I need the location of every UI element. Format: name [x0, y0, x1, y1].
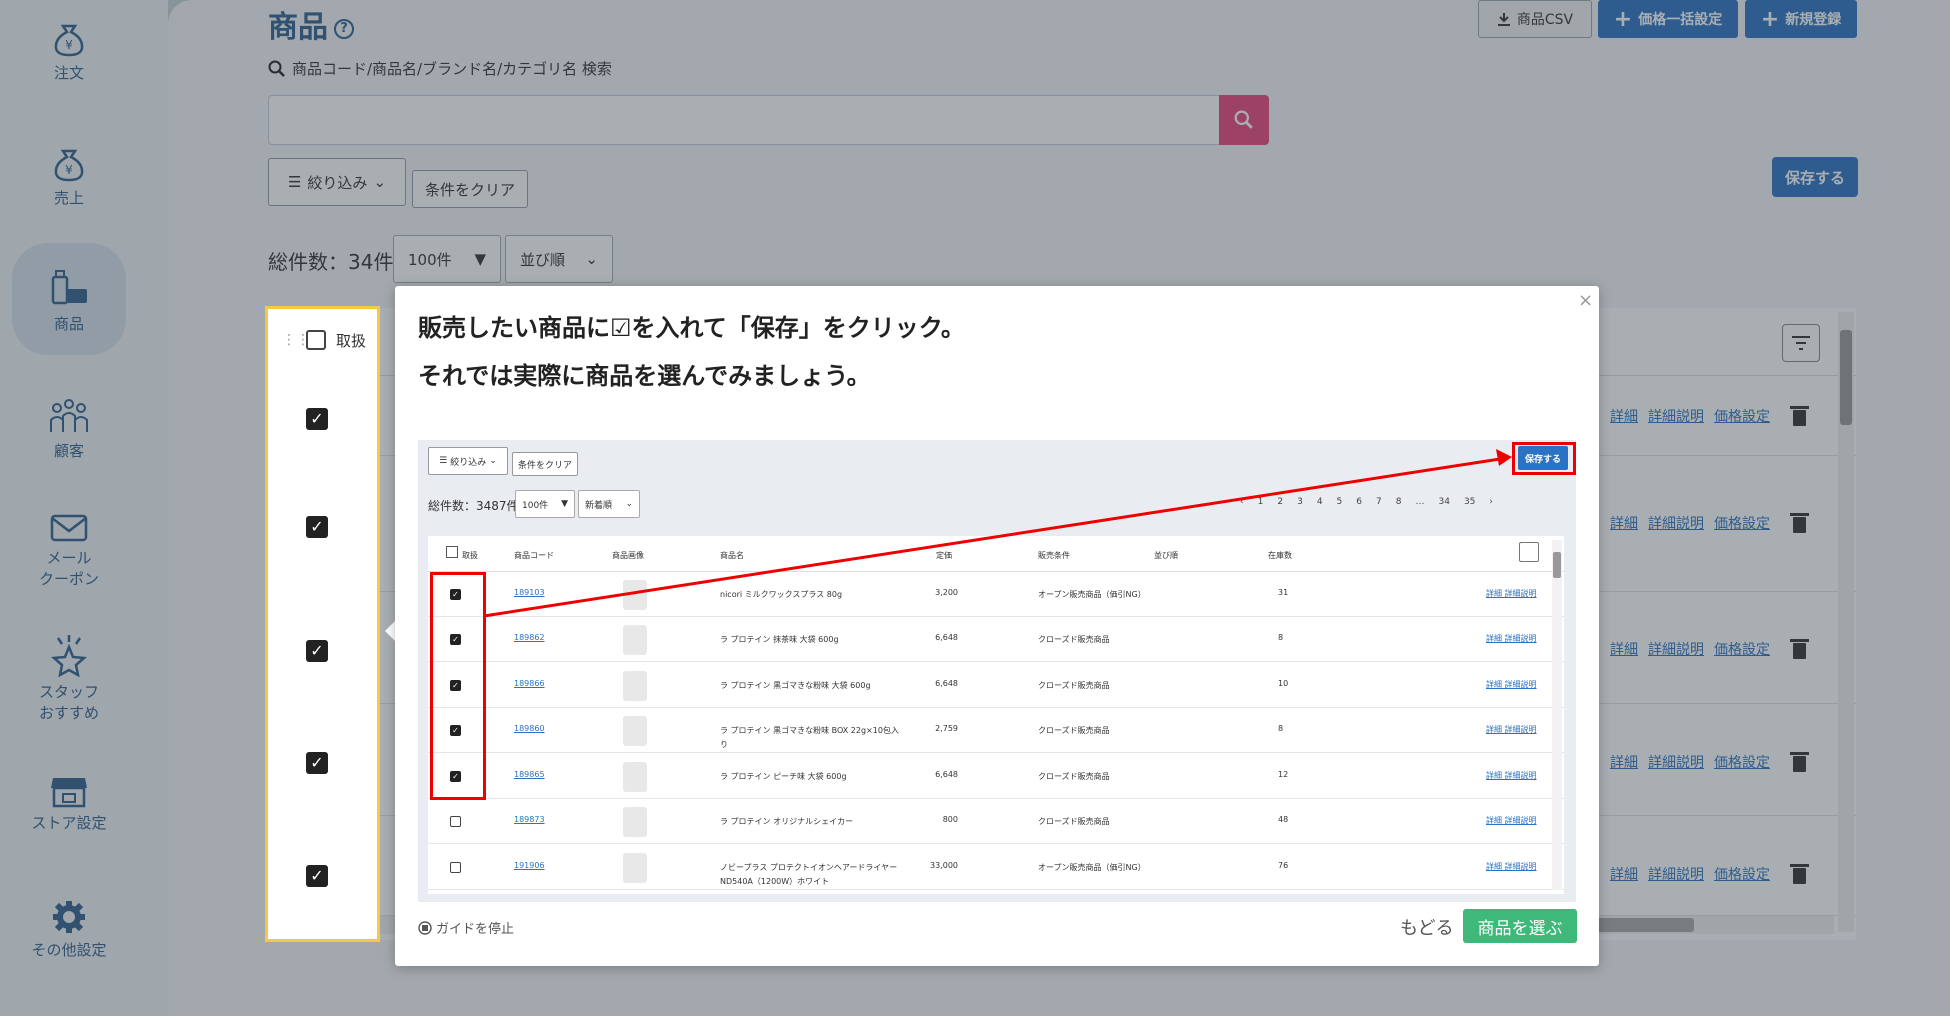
guide-stock: 8: [1278, 724, 1284, 733]
modal-instruction-line2: それでは実際に商品を選んでみましょう。: [418, 362, 871, 390]
close-icon[interactable]: ×: [1578, 290, 1593, 311]
guide-page-link: 4: [1316, 497, 1323, 507]
guide-list-price: 2,759: [935, 724, 958, 733]
guide-page-link: 34: [1438, 497, 1450, 507]
save-highlight-box: [1512, 442, 1576, 475]
row-checkbox[interactable]: ✓: [306, 516, 328, 538]
guide-list-price: 6,648: [935, 679, 958, 688]
guide-product-image: [623, 625, 647, 655]
guide-row-links: 詳細 詳細説明: [1486, 680, 1537, 689]
guide-page-link: ‹: [1240, 497, 1244, 507]
guide-table-row: 189873 ラ プロテイン オリジナルシェイカー 800 クローズド販売商品 48 詳細…: [428, 799, 1564, 844]
guide-product-image: [623, 580, 647, 610]
guide-pagination: ‹ 1 2 3 4 5 6 7 8… 34 35 ›: [1240, 497, 1493, 507]
row-checkbox[interactable]: ✓: [306, 640, 328, 662]
modal-instruction-line1: 販売したい商品に☑を入れて「保存」をクリック。: [418, 314, 965, 342]
guide-row-links: 詳細 詳細説明: [1486, 862, 1537, 871]
guide-sales-condition: クローズド販売商品: [1038, 635, 1110, 644]
guide-stock: 31: [1278, 588, 1289, 597]
guide-table-row: 191906 ノビープラス プロテクトイオンヘアードライヤーND540A（1200…: [428, 845, 1564, 890]
filter-icon: ☰: [439, 456, 448, 466]
guide-page-link: 2: [1277, 497, 1284, 507]
guide-table-row: ✓ 189865 ラ プロテイン ピーチ味 大袋 600g 6,648 クローズド販売商…: [428, 754, 1564, 799]
guide-page-link: 7: [1376, 497, 1382, 507]
guide-clear-button: 条件をクリア: [512, 452, 578, 476]
guide-vertical-scrollbar: [1552, 540, 1562, 890]
guide-product-code: 189866: [514, 679, 545, 688]
guide-row-links: 詳細 詳細説明: [1486, 771, 1537, 780]
guide-page-link: ›: [1489, 497, 1493, 507]
guide-column-filter-icon: [1519, 542, 1539, 562]
guide-select-all-checkbox: [446, 546, 458, 558]
guide-page-link: 6: [1356, 497, 1363, 507]
guide-sales-condition: クローズド販売商品: [1038, 817, 1110, 826]
guide-list-price: 6,648: [935, 633, 958, 642]
guide-product-image: [623, 671, 647, 701]
row-checkbox[interactable]: ✓: [306, 865, 328, 887]
guide-filter-button: ☰ 絞り込み ⌄: [428, 447, 508, 475]
guide-table-row: ✓ 189103 nicori ミルクワックスプラス 80g 3,200 オープン販売商…: [428, 572, 1564, 617]
caret-down-icon: ▼: [561, 499, 568, 509]
guide-page-link: 5: [1336, 497, 1343, 507]
guide-sales-condition: クローズド販売商品: [1038, 726, 1110, 735]
row-checkbox[interactable]: ✓: [306, 408, 328, 430]
guide-row-checkbox: [450, 816, 461, 827]
guide-list-price: 3,200: [935, 588, 958, 597]
guide-page-link: 3: [1297, 497, 1303, 507]
guide-table-row: ✓ 189866 ラ プロテイン 黒ゴマきな粉味 大袋 600g 6,648 クローズド…: [428, 663, 1564, 708]
checkbox-highlight-box: [430, 572, 486, 800]
guide-list-price: 33,000: [930, 861, 958, 870]
chevron-down-icon: ⌄: [489, 456, 497, 466]
guide-product-image: [623, 853, 647, 883]
guide-product-image: [623, 716, 647, 746]
chevron-down-icon: ⌄: [625, 499, 633, 509]
guide-per-page: 100件 ▼: [515, 490, 575, 518]
guide-stock: 76: [1278, 861, 1289, 870]
guide-table-row: ✓ 189860 ラ プロテイン 黒ゴマきな粉味 BOX 22g×10包入り 2,75…: [428, 708, 1564, 753]
guide-product-code: 191906: [514, 861, 545, 870]
guide-total-count: 総件数：3487件: [428, 499, 519, 513]
guide-page-link: …: [1415, 497, 1425, 507]
guide-row-links: 詳細 詳細説明: [1486, 634, 1537, 643]
guide-stock: 8: [1278, 633, 1284, 642]
choose-products-button[interactable]: 商品を選ぶ: [1463, 909, 1577, 943]
guide-row-links: 詳細 詳細説明: [1486, 589, 1537, 598]
guide-vertical-scrollbar-thumb: [1553, 552, 1561, 578]
guide-page-link: 8: [1395, 497, 1402, 507]
guide-sales-condition: オープン販売商品（価引NG）: [1038, 590, 1146, 599]
handling-header-label: 取扱: [336, 332, 367, 350]
guide-sales-condition: クローズド販売商品: [1038, 681, 1110, 690]
row-checkbox[interactable]: ✓: [306, 752, 328, 774]
guide-product-code: 189103: [514, 588, 545, 597]
guide-product-code: 189873: [514, 815, 545, 824]
guide-stock: 10: [1278, 679, 1289, 688]
guide-sort: 新着順 ⌄: [578, 490, 640, 518]
guide-sales-condition: オープン販売商品（価引NG）: [1038, 863, 1146, 872]
guide-page-link: 1: [1257, 497, 1264, 507]
stop-guide-button[interactable]: ガイドを停止: [418, 918, 514, 937]
guide-table-header: 取扱 商品コード 商品画像 商品名 定価 販売条件 並び順 在庫数: [428, 536, 1564, 572]
guide-product-image: [623, 762, 647, 792]
guide-stock: 12: [1278, 770, 1289, 779]
guide-row-checkbox: [450, 862, 461, 873]
guide-product-code: 189862: [514, 633, 545, 642]
select-all-checkbox[interactable]: [306, 330, 326, 350]
guide-list-price: 6,648: [935, 770, 958, 779]
guide-row-links: 詳細 詳細説明: [1486, 725, 1537, 734]
highlighted-handling-column: [265, 306, 380, 942]
guide-product-code: 189860: [514, 724, 545, 733]
guide-product-code: 189865: [514, 770, 545, 779]
stop-circle-icon: [418, 920, 432, 935]
back-button[interactable]: もどる: [1400, 914, 1454, 940]
guide-row-links: 詳細 詳細説明: [1486, 816, 1537, 825]
guide-sales-condition: クローズド販売商品: [1038, 772, 1110, 781]
guide-product-image: [623, 807, 647, 837]
guide-page-link: 35: [1463, 497, 1476, 507]
guide-stock: 48: [1278, 815, 1289, 824]
guide-list-price: 800: [942, 815, 958, 824]
guide-table-row: ✓ 189862 ラ プロテイン 抹茶味 大袋 600g 6,648 クローズド販売商品…: [428, 617, 1564, 662]
